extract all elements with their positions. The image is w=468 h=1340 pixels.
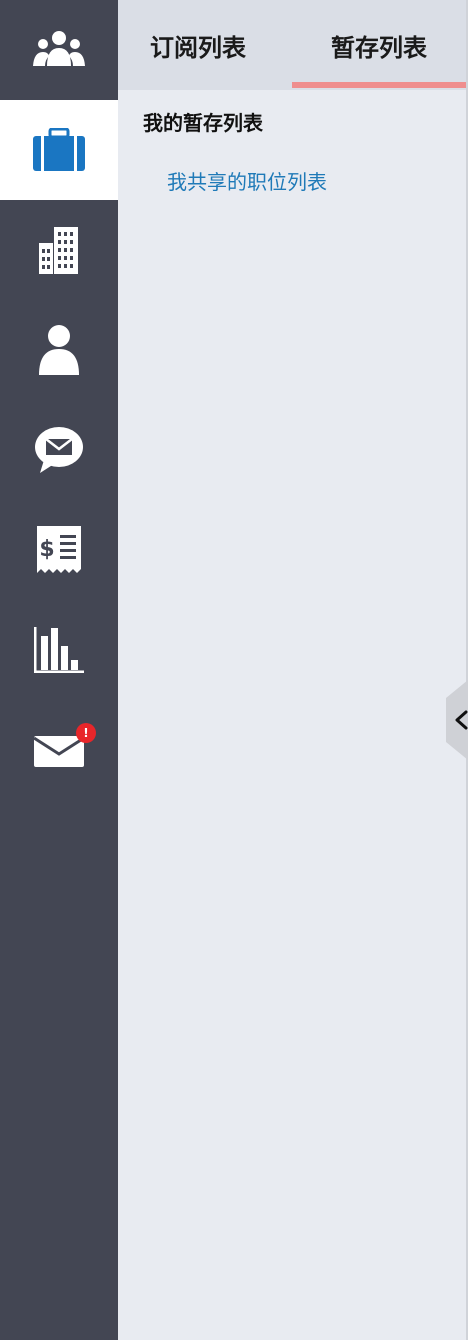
person-icon — [39, 325, 79, 375]
nav-jobs[interactable] — [0, 100, 118, 200]
chat-mail-icon — [35, 427, 83, 473]
people-group-icon — [33, 31, 85, 66]
active-tab-indicator — [292, 82, 466, 88]
tab-bar: 订阅列表 暂存列表 — [118, 0, 468, 90]
bar-chart-icon — [34, 627, 84, 673]
invoice-icon: $ — [37, 526, 81, 573]
collapse-panel-button[interactable] — [446, 680, 468, 760]
tab-subscribe-list[interactable]: 订阅列表 — [118, 0, 278, 90]
nav-people[interactable] — [0, 0, 118, 100]
building-icon — [39, 227, 78, 274]
briefcase-icon — [33, 128, 85, 171]
tab-saved-list[interactable]: 暂存列表 — [292, 0, 466, 90]
notification-badge: ! — [76, 723, 96, 743]
nav-messages[interactable] — [0, 400, 118, 500]
nav-reports[interactable] — [0, 600, 118, 700]
nav-billing[interactable]: $ — [0, 500, 118, 600]
svg-text:$: $ — [39, 537, 54, 562]
sidebar: $ ! — [0, 0, 118, 1340]
nav-mail[interactable]: ! — [0, 700, 118, 800]
nav-company[interactable] — [0, 200, 118, 300]
chevron-left-icon — [446, 680, 468, 760]
shared-job-list-link[interactable]: 我共享的职位列表 — [167, 166, 327, 195]
nav-person[interactable] — [0, 300, 118, 400]
list-panel: 订阅列表 暂存列表 我的暂存列表 我共享的职位列表 — [118, 0, 468, 1340]
section-title: 我的暂存列表 — [143, 111, 263, 135]
